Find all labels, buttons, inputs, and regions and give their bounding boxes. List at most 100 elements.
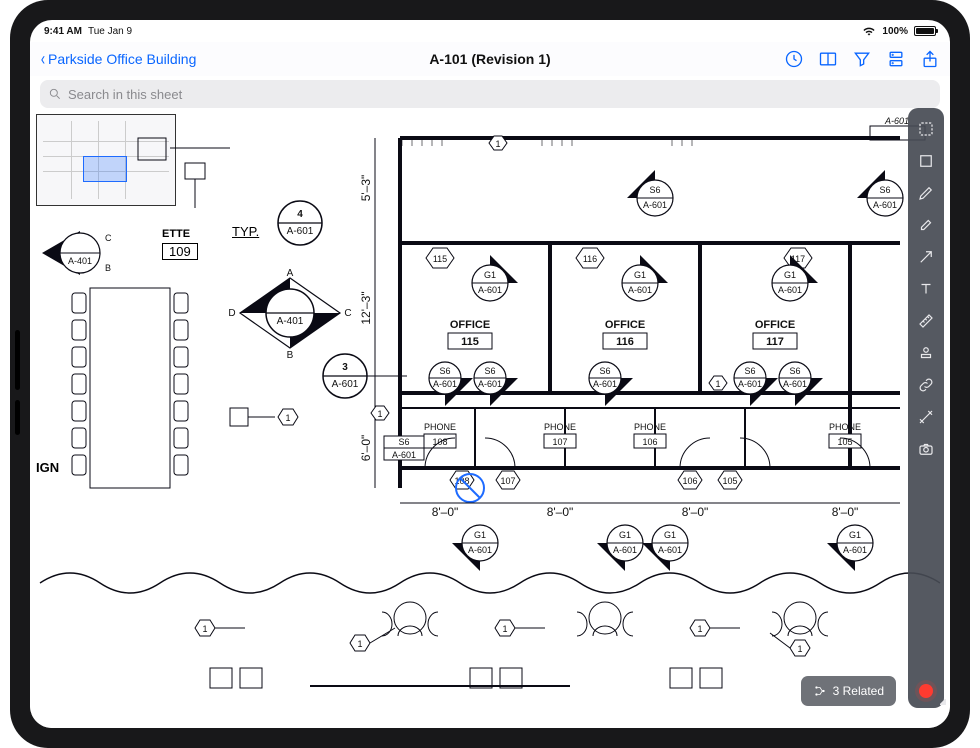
- compare-icon[interactable]: [818, 49, 838, 69]
- svg-text:S6: S6: [599, 366, 610, 376]
- svg-text:8'–0": 8'–0": [832, 505, 859, 519]
- blueprint-svg: A-401 A C B D A-401 C B: [30, 108, 950, 728]
- history-icon[interactable]: [784, 49, 804, 69]
- svg-text:12'–3": 12'–3": [359, 291, 373, 324]
- search-icon: [48, 87, 62, 101]
- svg-text:1: 1: [797, 644, 802, 654]
- svg-text:106: 106: [642, 437, 657, 447]
- svg-text:D: D: [228, 308, 235, 319]
- tool-strip: [908, 108, 944, 708]
- svg-text:C: C: [105, 233, 112, 243]
- svg-text:OFFICE: OFFICE: [450, 319, 490, 331]
- svg-text:1: 1: [697, 624, 702, 634]
- filter-icon[interactable]: [852, 49, 872, 69]
- tool-text[interactable]: [915, 278, 937, 300]
- search-input[interactable]: Search in this sheet: [40, 80, 940, 108]
- svg-text:G1: G1: [474, 530, 486, 540]
- svg-text:S6: S6: [439, 366, 450, 376]
- statusbar: 9:41 AM Tue Jan 9 100%: [30, 20, 950, 42]
- svg-text:A-601: A-601: [738, 379, 762, 389]
- svg-text:A-601: A-601: [478, 379, 502, 389]
- svg-text:G1: G1: [849, 530, 861, 540]
- svg-text:116: 116: [616, 336, 634, 348]
- door-tags-bottom: 108 107 106 105: [450, 471, 742, 489]
- svg-text:A-601: A-601: [783, 379, 807, 389]
- wifi-icon: [862, 26, 876, 36]
- svg-text:1: 1: [715, 379, 720, 389]
- svg-text:116: 116: [583, 254, 597, 264]
- svg-text:1: 1: [495, 139, 500, 149]
- search-placeholder: Search in this sheet: [68, 87, 182, 102]
- tool-select[interactable]: [915, 118, 937, 140]
- section-tags-s6-mid: S6A-601 S6A-601 S6A-601 S6A-601 S6A-601: [429, 362, 823, 406]
- svg-text:A-601: A-601: [332, 379, 359, 390]
- tool-camera[interactable]: [915, 438, 937, 460]
- svg-text:PHONE: PHONE: [424, 422, 456, 432]
- svg-text:A-601: A-601: [613, 545, 637, 555]
- svg-text:A-601: A-601: [873, 200, 897, 210]
- tool-marquee[interactable]: [915, 150, 937, 172]
- drawing-canvas[interactable]: IGN ETTE 109 TYP.: [30, 108, 950, 728]
- svg-text:A: A: [287, 268, 294, 279]
- svg-text:8'–0": 8'–0": [432, 505, 459, 519]
- svg-text:8'–0": 8'–0": [547, 505, 574, 519]
- svg-text:117: 117: [766, 336, 784, 348]
- tool-measure[interactable]: [915, 310, 937, 332]
- svg-text:A-601: A-601: [287, 226, 314, 237]
- svg-text:C: C: [344, 308, 351, 319]
- battery-icon: [914, 26, 936, 36]
- tool-stamp[interactable]: [915, 342, 937, 364]
- svg-text:115: 115: [461, 336, 479, 348]
- svg-text:A-601: A-601: [593, 379, 617, 389]
- svg-text:1: 1: [357, 639, 362, 649]
- related-button[interactable]: 3 Related: [801, 676, 896, 706]
- share-icon[interactable]: [920, 49, 940, 69]
- svg-text:A-601: A-601: [628, 285, 652, 295]
- svg-text:G1: G1: [664, 530, 676, 540]
- svg-text:1: 1: [202, 624, 207, 634]
- related-icon: [813, 684, 827, 698]
- lower-furniture: 1 1 1 1 1: [195, 602, 828, 656]
- svg-text:A-601: A-601: [643, 200, 667, 210]
- tool-arrow[interactable]: [915, 246, 937, 268]
- svg-text:A-601: A-601: [433, 379, 457, 389]
- svg-text:S6: S6: [484, 366, 495, 376]
- svg-text:107: 107: [552, 437, 567, 447]
- tool-link[interactable]: [915, 374, 937, 396]
- svg-text:107: 107: [500, 476, 515, 486]
- dim-horizontal: 8'–0" 8'–0" 8'–0" 8'–0": [400, 503, 900, 519]
- ipad-screen: 9:41 AM Tue Jan 9 100% ‹ Parkside Office…: [30, 20, 950, 728]
- svg-text:OFFICE: OFFICE: [605, 319, 645, 331]
- door-tags-top: 115 116 117: [426, 248, 812, 268]
- break-line: [40, 573, 940, 593]
- layers-icon[interactable]: [886, 49, 906, 69]
- tool-highlighter[interactable]: [915, 214, 937, 236]
- section-tags-s6-top: S6A-601 S6A-601: [627, 170, 903, 216]
- tool-calibrate[interactable]: [915, 406, 937, 428]
- room-label-108: PHONE 108: [424, 422, 456, 448]
- top-misc: [138, 138, 230, 208]
- svg-text:4: 4: [297, 209, 303, 220]
- record-button[interactable]: [919, 684, 933, 698]
- dim-vertical: 5'–3" 12'–3" 6'–0": [359, 138, 375, 488]
- detail-tag-3: 3 A-601: [323, 354, 407, 398]
- status-date: Tue Jan 9: [88, 26, 132, 37]
- svg-text:S6: S6: [879, 185, 890, 195]
- section-tag-s6-left: S6 A-601: [384, 436, 424, 460]
- svg-text:PHONE: PHONE: [829, 422, 861, 432]
- detail-tag-4: 4 A-601: [278, 201, 322, 245]
- svg-text:105: 105: [722, 476, 737, 486]
- svg-text:115: 115: [433, 254, 447, 264]
- svg-text:106: 106: [682, 476, 697, 486]
- svg-text:S6: S6: [789, 366, 800, 376]
- svg-text:S6: S6: [398, 437, 409, 447]
- back-button[interactable]: ‹ Parkside Office Building: [40, 50, 196, 68]
- svg-text:1: 1: [285, 413, 290, 423]
- svg-text:A-601: A-601: [658, 545, 682, 555]
- svg-text:A-601: A-601: [843, 545, 867, 555]
- room-label-107: PHONE 107: [544, 422, 576, 448]
- tool-pen[interactable]: [915, 182, 937, 204]
- svg-text:G1: G1: [784, 270, 796, 280]
- svg-text:1: 1: [502, 624, 507, 634]
- room-label-116: OFFICE 116: [603, 319, 647, 349]
